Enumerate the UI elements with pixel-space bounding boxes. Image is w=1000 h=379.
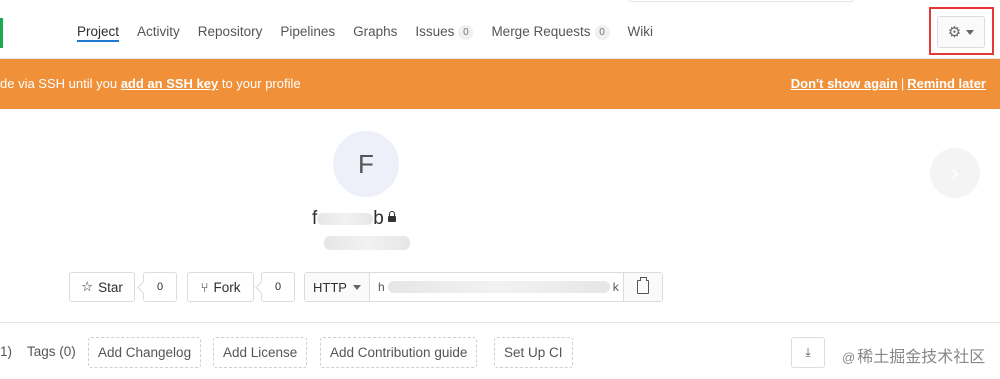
caret-down-icon xyxy=(966,29,975,35)
fork-icon: ⑂ xyxy=(200,279,209,295)
tab-label: Wiki xyxy=(627,24,654,39)
tab-label: Merge Requests xyxy=(491,24,591,39)
fork-count-value: 0 xyxy=(274,281,282,293)
banner-text: to your profile xyxy=(218,76,301,91)
separator: | xyxy=(900,76,905,91)
remind-later-link[interactable]: Remind later xyxy=(907,76,986,91)
download-button[interactable]: ⤓ xyxy=(791,337,825,368)
chevron-right-icon[interactable]: › xyxy=(930,148,980,198)
add-contribution-guide-link[interactable]: Add Contribution guide xyxy=(320,337,478,368)
dont-show-again-link[interactable]: Don't show again xyxy=(791,76,898,91)
tab-graphs[interactable]: Graphs xyxy=(344,0,406,59)
fork-count[interactable]: 0 xyxy=(261,272,295,302)
tab-label: Graphs xyxy=(353,24,398,39)
link-label: Add License xyxy=(223,345,298,360)
tab-label: Issues xyxy=(415,24,455,39)
link-label: 1) xyxy=(0,344,13,359)
tab-merge-requests[interactable]: Merge Requests 0 xyxy=(482,0,618,59)
tab-issues[interactable]: Issues 0 xyxy=(406,0,482,59)
banner-message: de via SSH until you add an SSH key to y… xyxy=(0,76,301,91)
gear-icon: ⚙ xyxy=(947,23,962,41)
link-label: Set Up CI xyxy=(504,345,563,360)
clipboard-icon xyxy=(637,277,649,294)
merge-requests-count-badge: 0 xyxy=(594,25,610,40)
download-icon: ⤓ xyxy=(805,345,811,359)
left-edge-marker xyxy=(0,18,3,48)
link-label: Tags (0) xyxy=(27,344,76,359)
fork-button[interactable]: ⑂ Fork xyxy=(187,272,254,302)
project-title: fb xyxy=(312,208,396,230)
clone-url-group: HTTP hk xyxy=(304,272,663,302)
star-label: Star xyxy=(98,279,123,295)
protocol-label: HTTP xyxy=(313,279,347,295)
copy-url-button[interactable] xyxy=(624,273,662,301)
tab-activity[interactable]: Activity xyxy=(128,0,189,59)
add-license-link[interactable]: Add License xyxy=(213,337,308,368)
star-button[interactable]: ☆ Star xyxy=(69,272,135,302)
repo-links-row: 1) Tags (0) Add Changelog Add License Ad… xyxy=(0,322,1000,379)
redacted-text xyxy=(317,212,374,225)
project-description-redacted xyxy=(324,236,410,250)
caret-down-icon xyxy=(352,284,361,290)
project-name-end: b xyxy=(373,208,384,229)
clone-url-input[interactable]: hk xyxy=(370,273,624,301)
tab-pipelines[interactable]: Pipelines xyxy=(271,0,344,59)
watermark: @ 稀土掘金技术社区 xyxy=(842,343,985,367)
tab-label: Activity xyxy=(137,24,180,39)
url-end: k xyxy=(612,280,619,294)
branches-link[interactable]: 1) xyxy=(0,337,12,368)
ssh-key-banner: de via SSH until you add an SSH key to y… xyxy=(0,59,1000,109)
add-ssh-key-link[interactable]: add an SSH key xyxy=(121,76,219,91)
tab-label: Repository xyxy=(197,24,263,39)
link-label: Add Changelog xyxy=(98,345,192,360)
watermark-text: 稀土掘金技术社区 xyxy=(857,349,986,366)
link-label: Add Contribution guide xyxy=(330,345,468,360)
top-nav: Project Activity Repository Pipelines Gr… xyxy=(0,0,1000,59)
banner-actions: Don't show again | Remind later xyxy=(791,76,986,91)
tab-project[interactable]: Project xyxy=(68,0,128,59)
project-avatar: F xyxy=(333,131,399,197)
banner-text: de via SSH until you xyxy=(0,76,121,91)
star-icon: ☆ xyxy=(81,279,94,294)
watermark-at: @ xyxy=(842,350,856,365)
tags-link[interactable]: Tags (0) xyxy=(27,337,76,368)
set-up-ci-link[interactable]: Set Up CI xyxy=(494,337,573,368)
star-count-value: 0 xyxy=(156,281,164,293)
fork-label: Fork xyxy=(213,279,241,295)
tab-label: Pipelines xyxy=(280,24,336,39)
project-tabs: Project Activity Repository Pipelines Gr… xyxy=(68,0,662,59)
avatar-letter: F xyxy=(358,148,374,179)
url-start: h xyxy=(378,280,385,294)
lock-icon xyxy=(387,211,396,222)
tab-wiki[interactable]: Wiki xyxy=(619,0,663,59)
add-changelog-link[interactable]: Add Changelog xyxy=(88,337,202,368)
protocol-dropdown[interactable]: HTTP xyxy=(305,273,370,301)
settings-dropdown-button[interactable]: ⚙ xyxy=(937,16,985,48)
redacted-text xyxy=(387,281,610,293)
tab-repository[interactable]: Repository xyxy=(189,0,272,59)
star-count[interactable]: 0 xyxy=(143,272,177,302)
tab-label: Project xyxy=(77,24,120,39)
issues-count-badge: 0 xyxy=(458,25,474,40)
